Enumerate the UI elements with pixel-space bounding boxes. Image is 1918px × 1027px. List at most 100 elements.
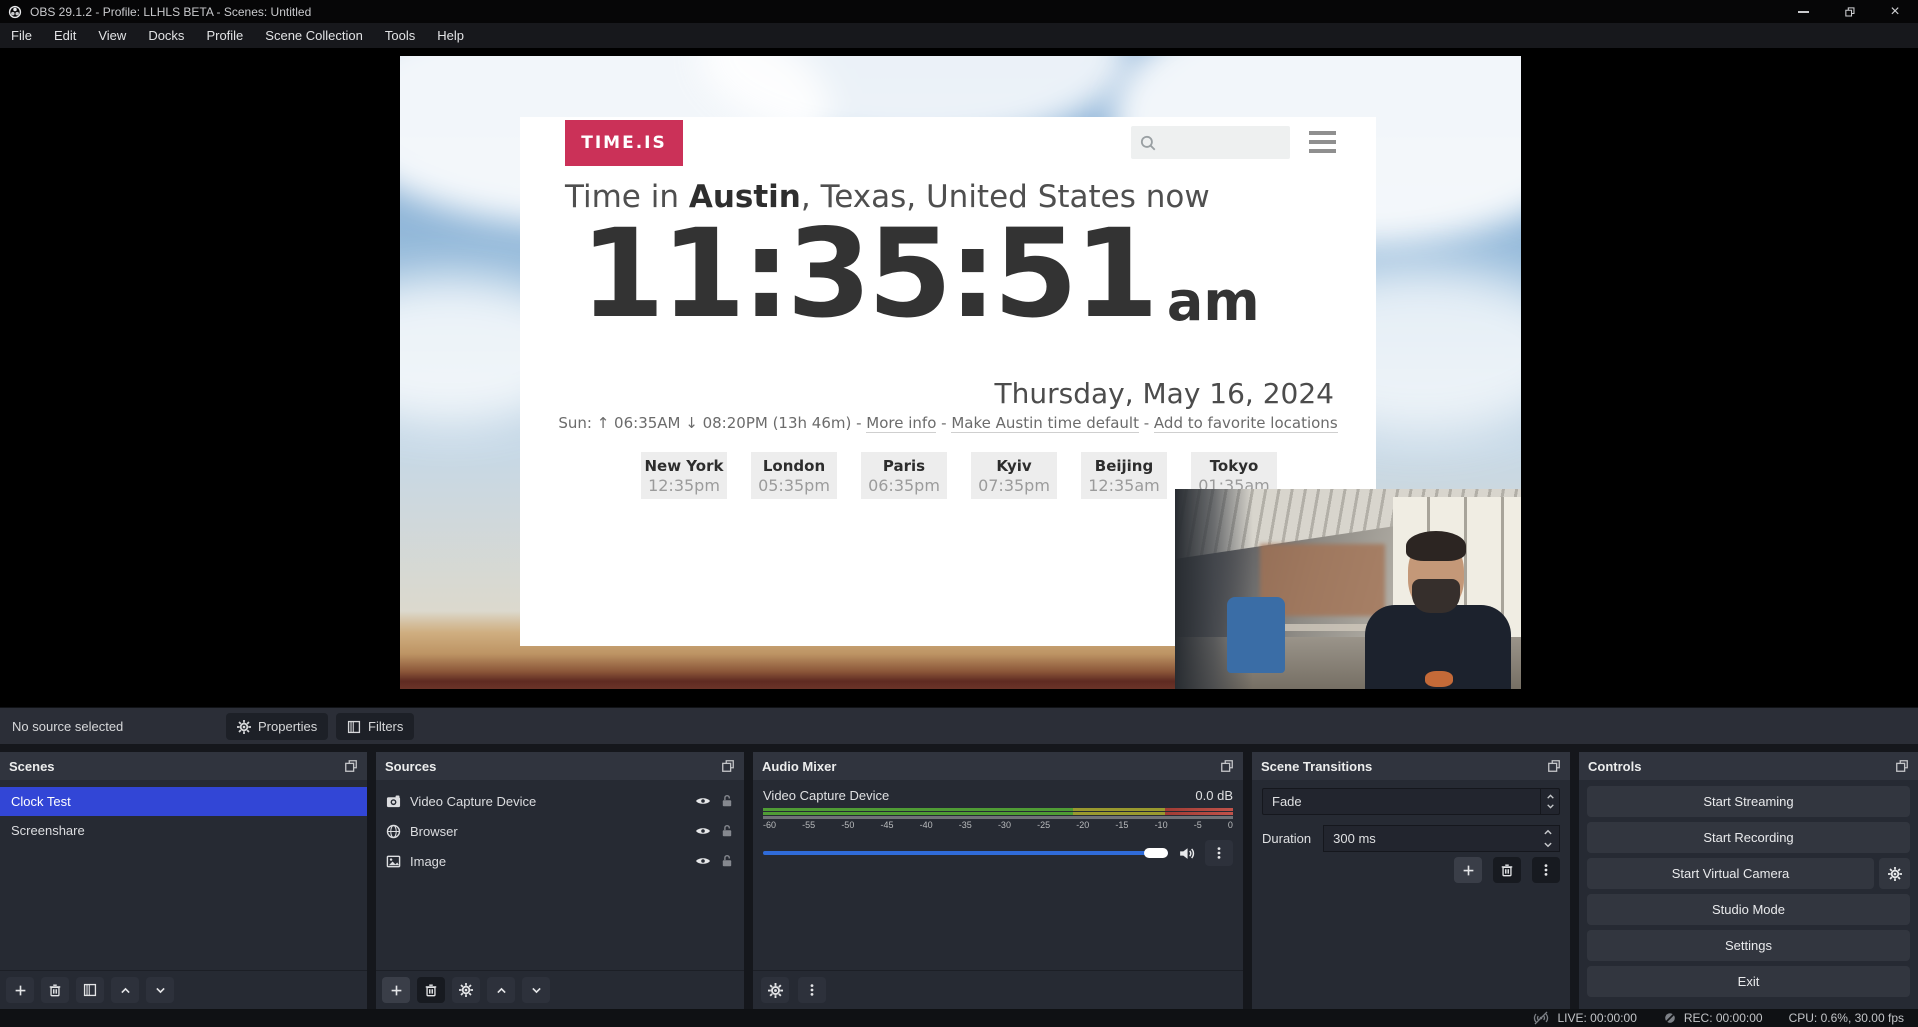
sources-toolbar (376, 970, 744, 1009)
remove-transition-button[interactable] (1493, 857, 1521, 883)
menu-edit[interactable]: Edit (43, 23, 87, 48)
scenes-panel-title: Scenes (9, 759, 55, 774)
popout-icon[interactable] (344, 759, 358, 773)
city-name: Beijing (1081, 457, 1167, 476)
source-item-image[interactable]: Image (376, 846, 744, 876)
minimize-button[interactable] (1780, 0, 1826, 23)
menu-help[interactable]: Help (426, 23, 475, 48)
dots-menu-icon (1212, 846, 1226, 860)
globe-icon (386, 824, 401, 839)
restore-button[interactable] (1826, 0, 1872, 23)
scene-filters-button[interactable] (76, 977, 104, 1003)
meter-scale: -60 -55 -50 -45 -40 -35 -30 -25 -20 -15 … (763, 816, 1233, 831)
scenes-panel-header: Scenes (0, 752, 367, 780)
unlock-icon[interactable] (720, 794, 734, 808)
cpu-fps-text: CPU: 0.6%, 30.00 fps (1789, 1011, 1904, 1025)
settings-button[interactable]: Settings (1587, 930, 1910, 961)
city-tile: New York12:35pm (641, 452, 727, 499)
filters-button[interactable]: Filters (336, 713, 414, 740)
volume-slider-handle[interactable] (1144, 848, 1168, 858)
start-recording-button[interactable]: Start Recording (1587, 822, 1910, 853)
source-item-video-capture[interactable]: Video Capture Device (376, 786, 744, 816)
source-down-button[interactable] (522, 977, 550, 1003)
city-time: 12:35am (1081, 476, 1167, 496)
menu-view[interactable]: View (87, 23, 137, 48)
transition-select[interactable]: Fade (1262, 788, 1560, 815)
close-button[interactable]: × (1872, 0, 1918, 23)
properties-button[interactable]: Properties (226, 713, 328, 740)
add-transition-button[interactable] (1454, 857, 1482, 883)
scene-item-screenshare[interactable]: Screenshare (0, 816, 367, 845)
scene-up-button[interactable] (111, 977, 139, 1003)
mixer-channel-menu-button[interactable] (1205, 840, 1233, 866)
program-preview-canvas[interactable]: TIME.IS Time in Austin, Texas, United St… (400, 56, 1521, 689)
transition-select-spinner[interactable] (1540, 789, 1559, 814)
menu-tools[interactable]: Tools (374, 23, 426, 48)
audio-mixer-header: Audio Mixer (753, 752, 1243, 780)
menu-profile[interactable]: Profile (195, 23, 254, 48)
more-info-link: More info (866, 414, 936, 433)
menu-file[interactable]: File (0, 23, 43, 48)
start-virtual-camera-button[interactable]: Start Virtual Camera (1587, 858, 1874, 889)
eye-visible-icon[interactable] (695, 793, 711, 809)
chevron-down-icon[interactable] (1543, 841, 1553, 849)
studio-mode-button[interactable]: Studio Mode (1587, 894, 1910, 925)
eye-visible-icon[interactable] (695, 853, 711, 869)
remove-source-button[interactable] (417, 977, 445, 1003)
source-item-browser[interactable]: Browser (376, 816, 744, 846)
city-name: London (751, 457, 837, 476)
popout-icon[interactable] (1547, 759, 1561, 773)
mixer-menu-button[interactable] (798, 977, 826, 1003)
menu-docks[interactable]: Docks (137, 23, 195, 48)
controls-title: Controls (1588, 759, 1641, 774)
duration-spinbox[interactable]: 300 ms (1323, 825, 1560, 852)
start-streaming-button[interactable]: Start Streaming (1587, 786, 1910, 817)
add-scene-button[interactable] (6, 977, 34, 1003)
menu-bar: File Edit View Docks Profile Scene Colle… (0, 23, 1918, 48)
source-context-toolbar: No source selected Properties Filters (0, 707, 1918, 744)
plus-icon (14, 984, 27, 997)
controls-header: Controls (1579, 752, 1918, 780)
source-up-button[interactable] (487, 977, 515, 1003)
live-timer: LIVE: 00:00:00 (1557, 1011, 1636, 1025)
plus-icon (1462, 864, 1475, 877)
add-source-button[interactable] (382, 977, 410, 1003)
volume-slider-track (763, 851, 1168, 855)
meter-bar-left (763, 808, 1233, 811)
source-properties-button[interactable] (452, 977, 480, 1003)
popout-icon[interactable] (721, 759, 735, 773)
transitions-title: Scene Transitions (1261, 759, 1372, 774)
obs-window: OBS 29.1.2 - Profile: LLHLS BETA - Scene… (0, 0, 1918, 1027)
eye-visible-icon[interactable] (695, 823, 711, 839)
window-title: OBS 29.1.2 - Profile: LLHLS BETA - Scene… (30, 5, 311, 19)
add-favorite-link: Add to favorite locations (1154, 414, 1338, 433)
dots-menu-icon (805, 983, 819, 997)
city-name: New York (641, 457, 727, 476)
menu-scene-collection[interactable]: Scene Collection (254, 23, 374, 48)
meter-bar-right (763, 812, 1233, 815)
transition-properties-button[interactable] (1532, 857, 1560, 883)
tick-label: -20 (1076, 820, 1089, 830)
volume-meter (763, 808, 1233, 815)
advanced-audio-button[interactable] (761, 977, 789, 1003)
source-label: Browser (410, 824, 458, 839)
close-icon: × (1890, 4, 1899, 20)
scene-item-clock-test[interactable]: Clock Test (0, 787, 367, 816)
trash-icon (424, 983, 438, 997)
unlock-icon[interactable] (720, 854, 734, 868)
mixer-channel-row: Video Capture Device 0.0 dB (763, 788, 1233, 803)
city-tile: Paris06:35pm (861, 452, 947, 499)
exit-button[interactable]: Exit (1587, 966, 1910, 997)
remove-scene-button[interactable] (41, 977, 69, 1003)
transition-selected-value: Fade (1272, 794, 1302, 809)
advanced-audio-gears-icon (768, 983, 783, 998)
make-default-link: Make Austin time default (951, 414, 1139, 433)
speaker-icon[interactable] (1178, 845, 1195, 862)
volume-slider[interactable] (763, 848, 1168, 858)
popout-icon[interactable] (1220, 759, 1234, 773)
unlock-icon[interactable] (720, 824, 734, 838)
virtual-camera-settings-button[interactable] (1879, 858, 1910, 889)
popout-icon[interactable] (1895, 759, 1909, 773)
scene-down-button[interactable] (146, 977, 174, 1003)
chevron-up-icon[interactable] (1543, 828, 1553, 836)
